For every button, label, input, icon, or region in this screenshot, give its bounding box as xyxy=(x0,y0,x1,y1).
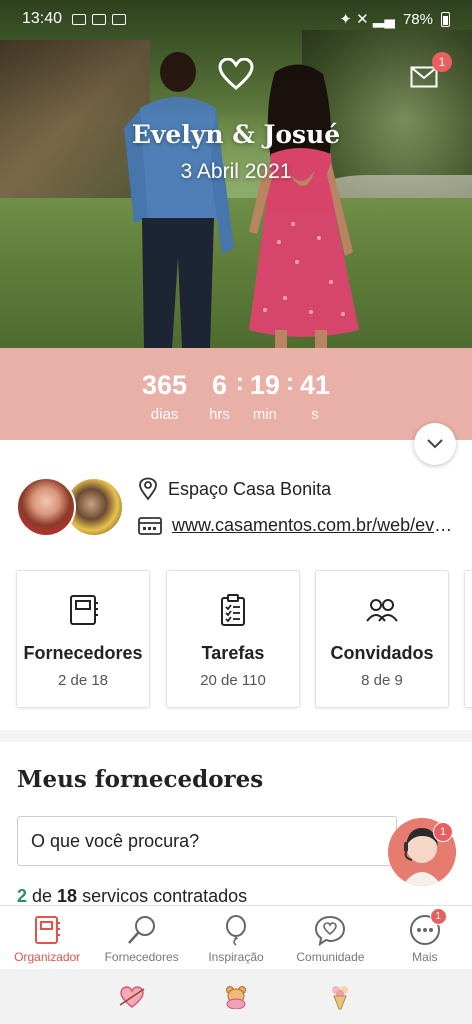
bouquet-icon[interactable] xyxy=(320,984,360,1010)
nav-comunidade[interactable]: Comunidade xyxy=(283,906,377,969)
checklist-icon xyxy=(221,594,245,626)
messages-badge: 1 xyxy=(432,52,452,72)
app-screen: 13:40 ✦ ✕ ▂▄ 78% 1 Evelyn & Josué 3 Abri… xyxy=(0,0,472,1024)
chat-heart-icon xyxy=(315,915,346,946)
avatar xyxy=(16,477,76,537)
countdown: 365 dias 6 hrs : 19 min : 41 s xyxy=(0,348,472,440)
bottom-nav: Organizador Fornecedores Inspiração Comu… xyxy=(0,905,472,969)
venue-row[interactable]: Espaço Casa Bonita xyxy=(138,477,331,501)
nav-mais[interactable]: 1 Mais xyxy=(378,906,472,969)
countdown-separator: : xyxy=(235,369,244,396)
nav-inspiracao[interactable]: Inspiração xyxy=(189,906,283,969)
tile-fornecedores[interactable]: Fornecedores 2 de 18 xyxy=(16,570,150,708)
web-page-icon xyxy=(138,516,162,535)
countdown-separator: : xyxy=(285,369,294,396)
countdown-seconds: 41 s xyxy=(299,370,330,423)
website-link[interactable]: www.casamentos.com.br/web/evelyn-e-josue xyxy=(172,515,462,536)
wedding-date: 3 Abril 2021 xyxy=(180,160,292,183)
venue-name: Espaço Casa Bonita xyxy=(168,478,332,499)
organizer-icon xyxy=(35,916,61,944)
teddy-bear-icon[interactable] xyxy=(216,985,256,1009)
assistant-badge: 1 xyxy=(433,822,453,842)
couple-avatars[interactable] xyxy=(16,477,126,537)
couple-names: Evelyn & Josué xyxy=(131,120,341,149)
messages-icon[interactable] xyxy=(410,66,438,88)
expand-button[interactable] xyxy=(414,423,456,465)
tile-partial[interactable] xyxy=(464,570,472,708)
nav-fornecedores[interactable]: Fornecedores xyxy=(94,906,188,969)
battery-percent: 78% xyxy=(402,10,433,28)
status-time: 13:40 xyxy=(22,10,63,27)
section-title: Meus fornecedores xyxy=(17,766,264,793)
contracted-summary: 2 de 18 servicos contratados xyxy=(17,886,248,906)
location-pin-icon xyxy=(139,477,157,501)
countdown-minutes: 19 min xyxy=(249,370,280,423)
chevron-down-icon xyxy=(427,439,443,449)
countdown-hours: 6 hrs xyxy=(209,370,230,423)
website-row[interactable]: www.casamentos.com.br/web/evelyn-e-josue xyxy=(138,515,462,536)
tile-tarefas[interactable]: Tarefas 20 de 110 xyxy=(166,570,300,708)
status-bar: 13:40 ✦ ✕ ▂▄ 78% xyxy=(0,0,472,38)
heart-arrow-icon[interactable] xyxy=(112,985,152,1009)
magnifier-icon xyxy=(127,916,155,944)
summary-tiles: Fornecedores 2 de 18 Tarefas 20 de 110 C… xyxy=(16,570,472,710)
balloon-icon xyxy=(226,915,247,946)
signal-icon: ✦ ✕ ▂▄ xyxy=(339,11,395,28)
guests-icon xyxy=(366,599,398,622)
more-badge: 1 xyxy=(429,908,447,925)
tile-convidados[interactable]: Convidados 8 de 9 xyxy=(315,570,449,708)
notification-icons xyxy=(72,13,127,25)
battery-icon xyxy=(441,11,450,27)
system-bar xyxy=(0,969,472,1024)
heart-logo-icon xyxy=(218,58,254,90)
nav-organizador[interactable]: Organizador xyxy=(0,906,94,969)
notebook-icon xyxy=(70,595,98,625)
supplier-search-input[interactable]: O que você procura? xyxy=(17,816,397,866)
countdown-days: 365 dias xyxy=(142,370,188,423)
